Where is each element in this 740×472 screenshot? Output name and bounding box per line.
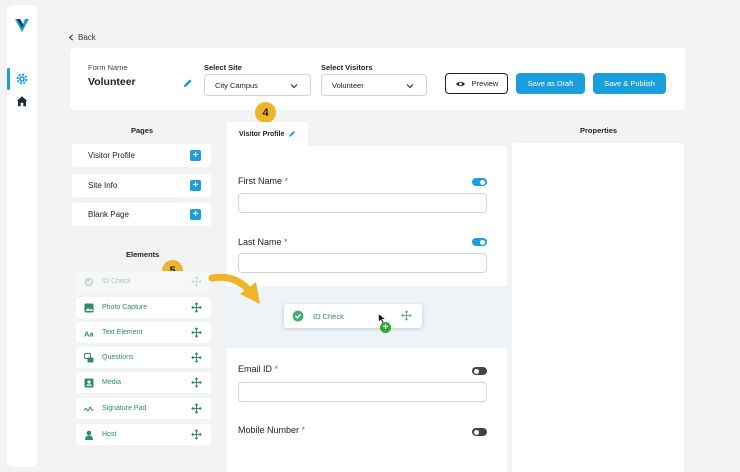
- drop-add-plus-icon: +: [380, 322, 391, 333]
- element-questions[interactable]: Questions: [76, 347, 211, 368]
- email-id-input[interactable]: [238, 382, 487, 402]
- site-select-value: City Campus: [215, 80, 258, 90]
- last-name-toggle[interactable]: [472, 238, 487, 246]
- media-icon: [84, 378, 94, 387]
- signature-icon: [84, 406, 94, 411]
- edit-tab-pencil-icon[interactable]: [288, 130, 296, 138]
- app-logo-icon[interactable]: [14, 17, 30, 33]
- first-name-toggle[interactable]: [472, 178, 487, 186]
- element-photo-capture[interactable]: Photo Capture: [76, 297, 211, 318]
- page-item-label: Blank Page: [88, 210, 129, 219]
- visitors-select[interactable]: Volunteer: [321, 74, 427, 96]
- left-rail: [7, 5, 37, 467]
- form-header-bar: Form Name Volunteer Select Site City Cam…: [70, 48, 685, 110]
- last-name-label: Last Name *: [238, 237, 288, 247]
- tab-label: Visitor Profile: [239, 130, 285, 138]
- add-page-plus-icon[interactable]: +: [190, 209, 201, 220]
- move-handle-icon[interactable]: [191, 276, 202, 287]
- form-name-label: Form Name: [88, 63, 128, 72]
- element-id-check[interactable]: ID Check: [76, 271, 211, 292]
- page-item-label: Visitor Profile: [88, 151, 135, 160]
- element-label: Host: [102, 431, 117, 438]
- check-circle-icon: [292, 310, 304, 322]
- move-handle-icon[interactable]: [191, 302, 202, 313]
- element-label: Photo Capture: [102, 304, 148, 311]
- element-label: Signature Pad: [102, 405, 147, 412]
- check-circle-icon: [84, 277, 94, 286]
- element-label: Questions: [102, 354, 134, 361]
- back-label: Back: [78, 33, 96, 42]
- dragging-element-label: ID Check: [313, 311, 344, 321]
- element-label: Text Element: [102, 329, 143, 336]
- page-item-blank-page[interactable]: Blank Page +: [72, 203, 211, 226]
- element-text-element[interactable]: Aa Text Element: [76, 322, 211, 343]
- element-label: ID Check: [102, 278, 131, 285]
- properties-title: Properties: [580, 126, 618, 135]
- move-handle-icon[interactable]: [401, 310, 412, 321]
- element-media[interactable]: Media: [76, 372, 211, 393]
- page-item-visitor-profile[interactable]: Visitor Profile +: [72, 144, 211, 167]
- move-handle-icon[interactable]: [191, 352, 202, 363]
- questions-icon: [84, 352, 94, 362]
- move-handle-icon[interactable]: [191, 327, 202, 338]
- move-handle-icon[interactable]: [191, 403, 202, 414]
- element-label: Media: [102, 379, 122, 386]
- tab-visitor-profile[interactable]: Visitor Profile: [227, 122, 308, 146]
- person-icon: [85, 430, 93, 440]
- drop-zone[interactable]: ID Check: [227, 286, 507, 348]
- edit-form-name-pencil-icon[interactable]: [182, 78, 193, 89]
- save-publish-button[interactable]: Save & Publish: [593, 73, 666, 94]
- select-site-label: Select Site: [204, 63, 242, 72]
- add-page-plus-icon[interactable]: +: [190, 180, 201, 191]
- home-icon[interactable]: [15, 94, 29, 108]
- move-handle-icon[interactable]: [191, 429, 202, 440]
- page-item-site-info[interactable]: Site Info +: [72, 174, 211, 197]
- mobile-number-toggle[interactable]: [472, 428, 487, 436]
- drag-arrow-icon: [208, 273, 260, 304]
- first-name-label: First Name *: [238, 176, 289, 186]
- rail-active-indicator: [7, 68, 10, 90]
- save-draft-button[interactable]: Save as Draft: [516, 73, 585, 94]
- first-name-input[interactable]: [238, 193, 487, 213]
- preview-label: Preview: [471, 79, 499, 88]
- text-icon: Aa: [84, 329, 94, 338]
- select-visitors-label: Select Visitors: [321, 63, 373, 72]
- chevron-down-icon: [290, 84, 298, 89]
- mobile-number-label: Mobile Number *: [238, 425, 306, 435]
- site-select[interactable]: City Campus: [204, 74, 311, 96]
- chevron-left-icon: [68, 34, 74, 41]
- back-link[interactable]: Back: [68, 33, 96, 42]
- page-item-label: Site Info: [88, 181, 118, 190]
- email-id-toggle[interactable]: [472, 367, 487, 375]
- eye-icon: [455, 81, 465, 86]
- pages-title: Pages: [131, 126, 154, 135]
- svg-text:Aa: Aa: [84, 329, 94, 338]
- element-host[interactable]: Host: [76, 424, 211, 445]
- add-page-plus-icon[interactable]: +: [190, 150, 201, 161]
- email-id-label: Email ID *: [238, 364, 279, 374]
- gear-icon[interactable]: [15, 72, 29, 86]
- step-badge-4: 4: [255, 102, 276, 123]
- form-name-value: Volunteer: [88, 76, 136, 88]
- elements-title: Elements: [126, 250, 160, 259]
- move-handle-icon[interactable]: [191, 377, 202, 388]
- element-signature-pad[interactable]: Signature Pad: [76, 398, 211, 419]
- form-canvas: First Name * Last Name * ID Check Email …: [227, 146, 507, 472]
- last-name-input[interactable]: [238, 253, 487, 273]
- properties-panel: [512, 143, 684, 472]
- visitors-select-value: Volunteer: [332, 80, 364, 90]
- preview-button[interactable]: Preview: [445, 73, 508, 94]
- dragging-element-id-check[interactable]: ID Check: [284, 304, 422, 328]
- chevron-down-icon: [406, 84, 414, 89]
- image-icon: [84, 303, 94, 312]
